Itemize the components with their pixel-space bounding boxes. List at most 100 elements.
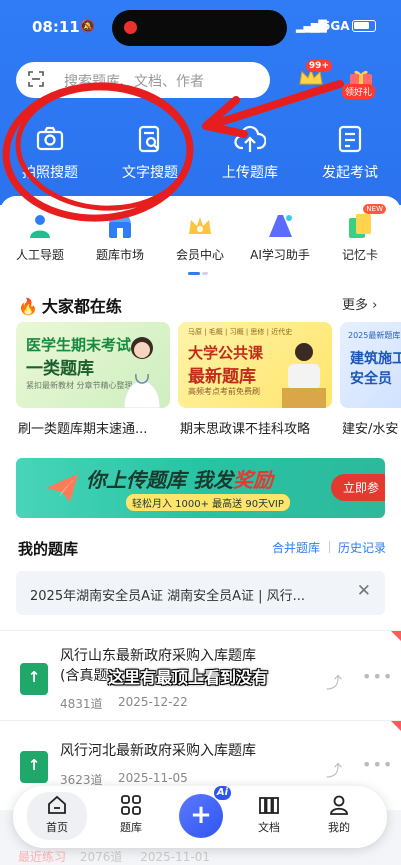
nav-label: 首页 (46, 821, 68, 834)
faded-date: 2025-11-01 (140, 850, 210, 864)
ai-assistant-icon (266, 212, 294, 240)
start-exam-button[interactable]: 发起考试 (300, 120, 400, 182)
banner-small: 紧扣最新教材 分章节精心整理 (26, 381, 133, 390)
category-label: 记忆卡 (341, 248, 378, 262)
promo-subtext: 轻松月入 1000+ 最高送 90天VIP (126, 494, 290, 511)
category-page-indicator (188, 272, 200, 275)
banner-subtitle: 最新题库 (188, 367, 256, 387)
text-search-button[interactable]: 文字搜题 (100, 120, 200, 182)
nav-label: 我的 (328, 821, 350, 834)
search-placeholder: 搜索题库、文档、作者 (64, 74, 204, 90)
nav-label: 题库 (120, 821, 142, 834)
network-type: 5GA (322, 19, 350, 33)
banner-caption[interactable]: 期末思政课不挂科攻略 (180, 418, 310, 437)
person-import-icon (26, 212, 54, 240)
bank-date: 2025-11-05 (118, 771, 188, 785)
recent-practice-row: 最近练习 2076道 2025-11-01 (18, 848, 210, 865)
ai-badge: Ai (213, 786, 231, 800)
divider (329, 541, 330, 553)
share-icon[interactable]: ⤴ (326, 669, 342, 693)
upload-cloud-icon (234, 125, 266, 152)
banner-subtitle: 一类题库 (26, 359, 94, 379)
join-now-button[interactable]: 立即参 (330, 474, 385, 501)
category-market[interactable]: 题库市场 (80, 212, 160, 263)
category-label: 题库市场 (95, 248, 144, 262)
category-memory-card[interactable]: NEW 记忆卡 (320, 204, 400, 263)
banner-title: 大学公共课 (188, 344, 264, 362)
banner-title: 建筑施工 (350, 351, 401, 367)
upload-reward-banner[interactable]: 你上传题库 我发奖励 轻松月入 1000+ 最高送 90天VIP 立即参 (16, 458, 385, 518)
start-exam-label: 发起考试 (322, 165, 378, 181)
upload-bank-button[interactable]: 上传题库 (200, 120, 300, 182)
upload-file-icon (20, 751, 48, 783)
nav-home[interactable]: 首页 (27, 792, 87, 840)
doctor-illustration (123, 337, 161, 408)
bank-name: 风行河北最新政府采购入库题库 (60, 743, 256, 759)
grid-icon (121, 795, 141, 815)
status-time: 08:11 (32, 18, 80, 36)
banner-medical[interactable]: 医学生期末考试 一类题库 紧扣最新教材 分章节精心整理 (16, 322, 170, 408)
document-icon (259, 797, 279, 814)
quick-actions: 拍照搜题 文字搜题 上传题库 发起考试 (0, 120, 401, 190)
video-subtitle: 这里有最顶上看到没有 (108, 668, 269, 687)
my-bank-title: 我的题库 (18, 540, 79, 558)
close-icon[interactable]: ✕ (357, 581, 371, 601)
category-label: 人工导题 (15, 248, 64, 262)
bank-count: 4831道 (60, 697, 103, 711)
memory-card-icon: NEW (346, 204, 386, 240)
banner-title: 医学生期末考试 (26, 336, 132, 354)
banner-construction[interactable]: 2025最新题库 建筑施工 安全员 (340, 322, 401, 408)
more-options-icon[interactable]: ••• (362, 755, 393, 774)
more-link[interactable]: 更多 › (342, 294, 377, 313)
search-input[interactable]: 搜索题库、文档、作者 (16, 62, 270, 98)
vip-count-badge: 99+ (305, 60, 332, 72)
home-icon (48, 795, 66, 814)
text-search-label: 文字搜题 (122, 165, 178, 181)
banner-tags: 2025最新题库 (348, 331, 401, 340)
nav-bank[interactable]: 题库 (101, 794, 161, 835)
market-icon (106, 212, 134, 240)
vip-button[interactable]: 99+ (296, 60, 332, 92)
text-search-icon (138, 125, 160, 153)
corner-marker (391, 631, 401, 641)
category-label: 会员中心 (175, 248, 224, 262)
banner-tags: 马原 | 毛概 | 习概 | 思修 | 近代史 (188, 328, 293, 336)
mute-icon: 🔕 (80, 19, 95, 33)
bank-name: 风行山东最新政府采购入库题库 (60, 648, 256, 664)
nav-profile[interactable]: 我的 (309, 794, 369, 835)
category-page-indicator-inactive (202, 272, 208, 275)
photo-search-button[interactable]: 拍照搜题 (0, 120, 100, 182)
camera-icon (36, 126, 64, 151)
recent-practice-tag: 最近练习 (18, 850, 67, 864)
crown-icon (186, 212, 214, 240)
banner-caption[interactable]: 刷一类题库期末速通... (18, 418, 147, 437)
recording-indicator (124, 21, 137, 34)
ai-add-button[interactable]: + Ai (179, 786, 231, 838)
popular-section-title: 🔥 大家都在练 (18, 297, 122, 316)
category-vip-center[interactable]: 会员中心 (160, 212, 240, 263)
nav-label: 文档 (258, 821, 280, 834)
gift-button[interactable]: 领好礼 (342, 66, 376, 99)
more-options-icon[interactable]: ••• (362, 667, 393, 686)
history-link[interactable]: 历史记录 (338, 539, 386, 556)
category-label: AI学习助手 (250, 248, 310, 262)
merge-bank-link[interactable]: 合并题库 (272, 539, 320, 556)
nav-docs[interactable]: 文档 (239, 794, 299, 835)
category-manual-import[interactable]: 人工导题 (0, 212, 80, 263)
faded-count: 2076道 (79, 850, 123, 864)
new-badge: NEW (363, 204, 386, 214)
banner-caption[interactable]: 建安/水安 (342, 418, 398, 437)
profile-icon (330, 795, 348, 815)
battery-icon (352, 20, 376, 32)
scan-icon[interactable] (28, 71, 44, 87)
category-ai-assistant[interactable]: AI学习助手 (240, 212, 320, 263)
share-icon[interactable]: ⤴ (326, 757, 342, 781)
bank-name-line2: (含真题 (60, 668, 108, 684)
banner-public-course[interactable]: 马原 | 毛概 | 习概 | 思修 | 近代史 大学公共课 最新题库 高频考点考… (178, 322, 332, 408)
banner-small: 高频考点考前免费刷 (188, 387, 260, 396)
photo-search-label: 拍照搜题 (22, 165, 78, 181)
upload-file-icon (20, 663, 48, 695)
gift-label: 领好礼 (342, 84, 376, 99)
bank-date: 2025-12-22 (118, 695, 188, 709)
recent-search-bar[interactable]: 2025年湖南安全员A证 湖南安全员A证 | 风行... ✕ (16, 571, 385, 615)
